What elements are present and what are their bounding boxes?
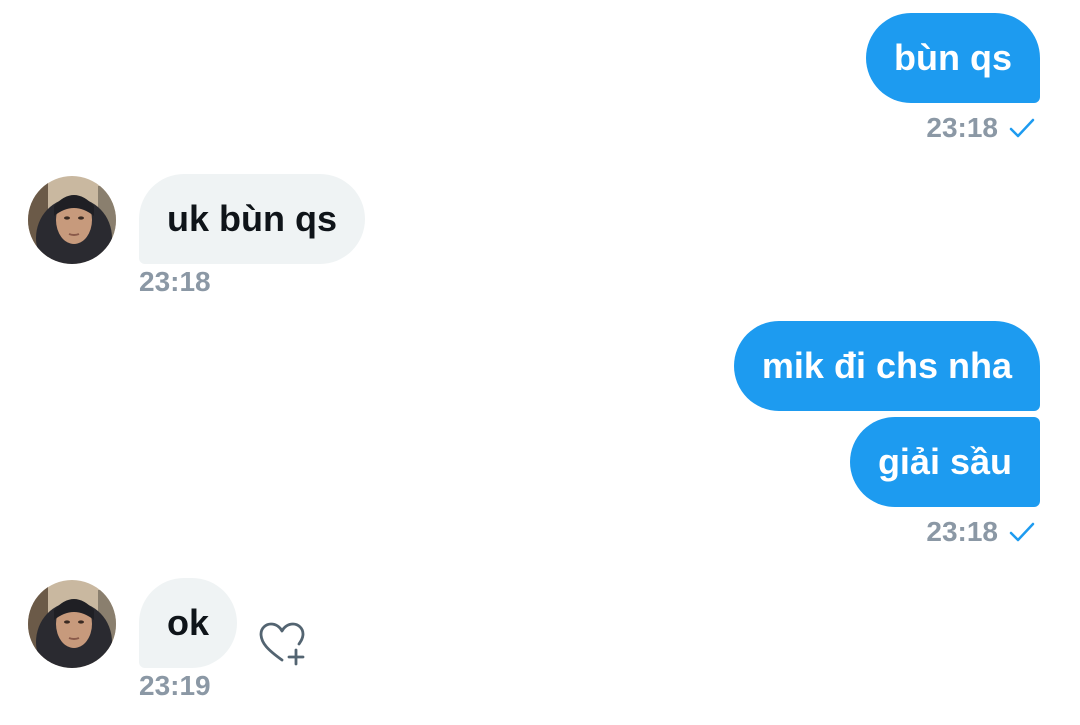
message-thread: bùn qs 23:18 uk bùn qs 23:18 mik đi chs … xyxy=(0,0,1080,725)
outgoing-message-bubble[interactable]: mik đi chs nha xyxy=(733,321,1040,411)
outgoing-message-bubble[interactable]: bùn qs xyxy=(866,13,1040,103)
message-timestamp: 23:18 xyxy=(926,516,998,547)
message-text: giải sầu xyxy=(877,441,1012,482)
message-text: uk bùn qs xyxy=(167,198,337,239)
message-text: ok xyxy=(167,602,210,643)
message-text: bùn qs xyxy=(894,37,1012,78)
message-text: mik đi chs nha xyxy=(761,345,1012,386)
incoming-message-bubble[interactable]: uk bùn qs xyxy=(139,174,365,264)
message-timestamp: 23:18 xyxy=(139,266,211,297)
message-meta: 23:18 xyxy=(139,266,211,298)
avatar[interactable] xyxy=(28,176,116,264)
incoming-message-bubble[interactable]: ok xyxy=(139,578,238,668)
message-timestamp: 23:19 xyxy=(139,670,211,701)
message-meta: 23:18 xyxy=(926,516,1036,548)
message-meta: 23:19 xyxy=(139,670,211,702)
heart-plus-icon[interactable] xyxy=(258,620,308,666)
message-timestamp: 23:18 xyxy=(926,112,998,143)
outgoing-message-bubble[interactable]: giải sầu xyxy=(849,417,1040,507)
check-icon xyxy=(1009,522,1035,542)
message-meta: 23:18 xyxy=(926,112,1036,144)
check-icon xyxy=(1009,118,1035,138)
avatar[interactable] xyxy=(28,580,116,668)
